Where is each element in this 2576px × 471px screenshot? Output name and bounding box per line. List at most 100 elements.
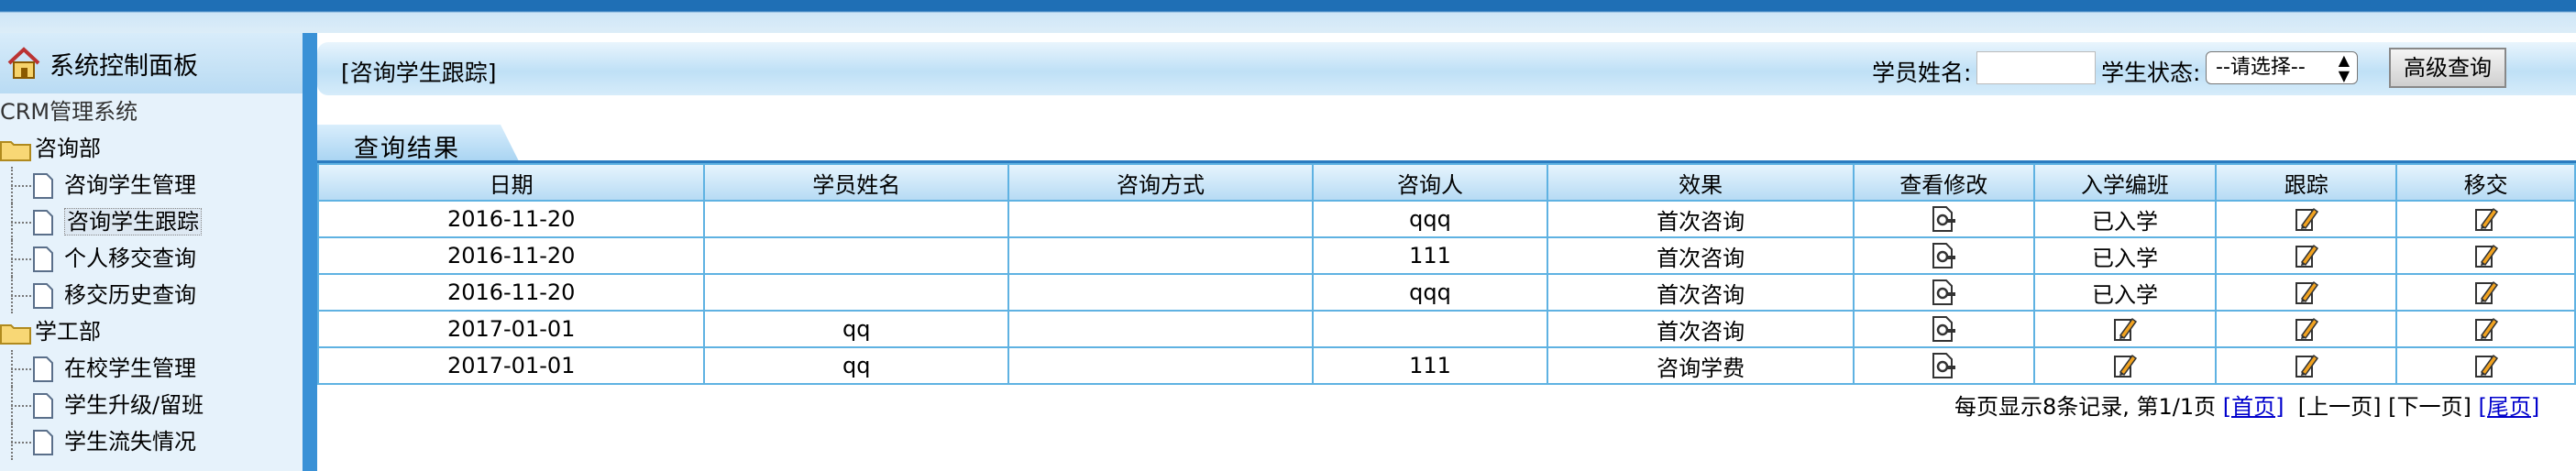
pencil-icon[interactable]	[2472, 205, 2500, 233]
folder-consulting[interactable]: 咨询部	[0, 130, 303, 167]
cell-enroll-action[interactable]	[2032, 310, 2218, 348]
cell-consultant: 111	[1311, 346, 1549, 385]
page-icon	[33, 356, 53, 382]
page-icon	[33, 283, 53, 309]
folder-label: 咨询部	[35, 136, 101, 161]
pencil-icon[interactable]	[2293, 352, 2320, 379]
cell-view-edit[interactable]	[1852, 236, 2035, 275]
col-effect: 效果	[1547, 163, 1855, 202]
cell-view-edit[interactable]	[1852, 310, 2035, 348]
tab-label: 查询结果	[354, 135, 460, 163]
cell-transfer[interactable]	[2395, 273, 2576, 312]
cell-view-edit[interactable]	[1852, 273, 2035, 312]
cell-student-name	[703, 236, 1010, 275]
cell-view-edit[interactable]	[1852, 200, 2035, 238]
nav-item-label: 咨询学生跟踪	[64, 208, 202, 236]
advanced-search-button[interactable]: 高级查询	[2389, 48, 2506, 88]
results-table: 日期 学员姓名 咨询方式 咨询人 效果 查看修改 入学编班 跟踪 移交 2016…	[316, 163, 2576, 385]
nav-tree: CRM管理系统 咨询部 咨询学生管理 咨询学生跟踪 个人移交查询 移交历史查询 …	[0, 93, 303, 460]
search-bar: [咨询学生跟踪] 学员姓名: 学生状态: --请选择-- ▲ ▼ 高级查询	[317, 42, 2576, 95]
sidebar-header: 系统控制面板	[0, 33, 303, 93]
cell-effect: 首次咨询	[1547, 236, 1855, 275]
cell-effect: 首次咨询	[1547, 310, 1855, 348]
cell-transfer[interactable]	[2395, 200, 2576, 238]
main-content: [咨询学生跟踪] 学员姓名: 学生状态: --请选择-- ▲ ▼ 高级查询 查询结…	[316, 33, 2576, 471]
nav-item-consult-track[interactable]: 咨询学生跟踪	[0, 203, 303, 240]
last-page-link[interactable]: [尾页]	[2479, 394, 2540, 420]
table-header-row: 日期 学员姓名 咨询方式 咨询人 效果 查看修改 入学编班 跟踪 移交	[316, 163, 2576, 202]
view-edit-icon[interactable]	[1930, 352, 1957, 379]
student-name-input[interactable]	[1976, 51, 2096, 84]
top-banner	[0, 0, 2576, 33]
pencil-icon[interactable]	[2293, 315, 2320, 343]
table-row: 2017-01-01 qq 111 咨询学费	[316, 346, 2576, 385]
cell-transfer[interactable]	[2395, 236, 2576, 275]
nav-item-student-loss[interactable]: 学生流失情况	[0, 423, 303, 460]
cell-student-name	[703, 273, 1010, 312]
col-method: 咨询方式	[1007, 163, 1314, 202]
pencil-icon[interactable]	[2111, 352, 2139, 379]
cell-date: 2017-01-01	[316, 346, 706, 385]
nav-item-label: 学生升级/留班	[64, 392, 204, 418]
pencil-icon[interactable]	[2293, 205, 2320, 233]
select-arrows-icon: ▲ ▼	[2338, 51, 2350, 84]
sidebar-title: 系统控制面板	[50, 51, 198, 81]
folder-student-affairs[interactable]: 学工部	[0, 313, 303, 350]
cell-consultant: qqq	[1311, 200, 1549, 238]
cell-track[interactable]	[2215, 310, 2398, 348]
table-row: 2016-11-20 111 首次咨询 已入学	[316, 236, 2576, 275]
folder-label: 学工部	[35, 319, 101, 345]
cell-track[interactable]	[2215, 200, 2398, 238]
cell-track[interactable]	[2215, 346, 2398, 385]
cell-transfer[interactable]	[2395, 346, 2576, 385]
cell-consultant: qqq	[1311, 273, 1549, 312]
col-date: 日期	[316, 163, 706, 202]
pencil-icon[interactable]	[2111, 315, 2139, 343]
cell-method	[1007, 236, 1314, 275]
cell-enroll: 已入学	[2032, 200, 2218, 238]
cell-date: 2016-11-20	[316, 273, 706, 312]
pencil-icon[interactable]	[2293, 242, 2320, 269]
view-edit-icon[interactable]	[1930, 315, 1957, 343]
pencil-icon[interactable]	[2472, 352, 2500, 379]
cell-date: 2017-01-01	[316, 310, 706, 348]
nav-item-label: 个人移交查询	[64, 246, 196, 271]
nav-item-consult-manage[interactable]: 咨询学生管理	[0, 167, 303, 203]
view-edit-icon[interactable]	[1930, 205, 1957, 233]
tree-root[interactable]: CRM管理系统	[0, 93, 303, 130]
nav-item-transfer-history[interactable]: 移交历史查询	[0, 277, 303, 313]
cell-enroll: 已入学	[2032, 273, 2218, 312]
pencil-icon[interactable]	[2472, 242, 2500, 269]
cell-track[interactable]	[2215, 273, 2398, 312]
view-edit-icon[interactable]	[1930, 242, 1957, 269]
pager: 每页显示8条记录, 第1/1页 [首页] [上一页] [下一页] [尾页]	[1954, 389, 2539, 421]
student-status-label: 学生状态:	[2101, 60, 2201, 86]
col-enroll: 入学编班	[2032, 163, 2218, 202]
page-icon	[33, 210, 53, 236]
page-icon	[33, 393, 53, 419]
pencil-icon[interactable]	[2472, 279, 2500, 306]
page-icon	[33, 246, 53, 272]
view-edit-icon[interactable]	[1930, 279, 1957, 306]
cell-student-name	[703, 200, 1010, 238]
col-student-name: 学员姓名	[703, 163, 1010, 202]
cell-date: 2016-11-20	[316, 200, 706, 238]
first-page-link[interactable]: [首页]	[2223, 394, 2284, 420]
nav-item-upgrade-stay[interactable]: 学生升级/留班	[0, 387, 303, 423]
cell-date: 2016-11-20	[316, 236, 706, 275]
cell-view-edit[interactable]	[1852, 346, 2035, 385]
student-status-select[interactable]: --请选择-- ▲ ▼	[2206, 51, 2358, 84]
table-row: 2017-01-01 qq 首次咨询	[316, 310, 2576, 348]
cell-consultant: 111	[1311, 236, 1549, 275]
tab-results[interactable]: 查询结果	[317, 125, 519, 161]
pencil-icon[interactable]	[2293, 279, 2320, 306]
sidebar: 系统控制面板 CRM管理系统 咨询部 咨询学生管理 咨询学生跟踪 个人移交查询 …	[0, 33, 317, 471]
pencil-icon[interactable]	[2472, 315, 2500, 343]
cell-enroll-action[interactable]	[2032, 346, 2218, 385]
nav-item-personal-transfer[interactable]: 个人移交查询	[0, 240, 303, 277]
cell-track[interactable]	[2215, 236, 2398, 275]
nav-item-student-manage[interactable]: 在校学生管理	[0, 350, 303, 387]
cell-student-name: qq	[703, 346, 1010, 385]
pager-summary: 每页显示8条记录, 第1/1页	[1954, 394, 2217, 420]
cell-transfer[interactable]	[2395, 310, 2576, 348]
